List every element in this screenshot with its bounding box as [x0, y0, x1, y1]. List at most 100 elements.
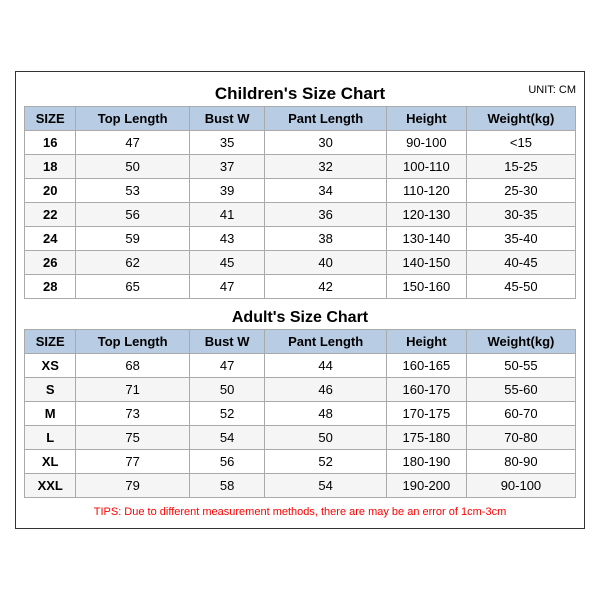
adult-title-text: Adult's Size Chart	[232, 309, 368, 326]
adult-col-height: Height	[386, 330, 466, 354]
children-col-bust: Bust W	[189, 107, 265, 131]
children-cell-2-4: 110-120	[386, 179, 466, 203]
children-cell-5-1: 62	[76, 251, 189, 275]
children-table-row: 22564136120-13030-35	[25, 203, 576, 227]
children-cell-4-1: 59	[76, 227, 189, 251]
adult-section-title: Adult's Size Chart	[24, 303, 576, 329]
children-cell-3-4: 120-130	[386, 203, 466, 227]
children-table-header-row: SIZE Top Length Bust W Pant Length Heigh…	[25, 107, 576, 131]
children-cell-6-4: 150-160	[386, 275, 466, 299]
adult-cell-1-1: 71	[76, 378, 189, 402]
adult-size-table: SIZE Top Length Bust W Pant Length Heigh…	[24, 329, 576, 498]
adult-cell-3-0: L	[25, 426, 76, 450]
children-cell-0-5: <15	[466, 131, 575, 155]
children-cell-2-3: 34	[265, 179, 387, 203]
children-table-row: 1647353090-100<15	[25, 131, 576, 155]
adult-cell-5-2: 58	[189, 474, 265, 498]
children-cell-4-5: 35-40	[466, 227, 575, 251]
adult-table-header-row: SIZE Top Length Bust W Pant Length Heigh…	[25, 330, 576, 354]
adult-cell-4-1: 77	[76, 450, 189, 474]
children-table-row: 28654742150-16045-50	[25, 275, 576, 299]
adult-cell-1-3: 46	[265, 378, 387, 402]
children-cell-6-5: 45-50	[466, 275, 575, 299]
adult-col-top-length: Top Length	[76, 330, 189, 354]
children-table-row: 20533934110-12025-30	[25, 179, 576, 203]
adult-cell-0-0: XS	[25, 354, 76, 378]
adult-cell-4-0: XL	[25, 450, 76, 474]
children-cell-6-0: 28	[25, 275, 76, 299]
adult-cell-3-3: 50	[265, 426, 387, 450]
children-cell-1-0: 18	[25, 155, 76, 179]
unit-label: UNIT: CM	[528, 84, 576, 96]
children-cell-3-3: 36	[265, 203, 387, 227]
children-cell-1-2: 37	[189, 155, 265, 179]
children-cell-6-1: 65	[76, 275, 189, 299]
children-cell-6-3: 42	[265, 275, 387, 299]
adult-cell-4-4: 180-190	[386, 450, 466, 474]
children-cell-1-1: 50	[76, 155, 189, 179]
adult-cell-3-1: 75	[76, 426, 189, 450]
adult-cell-3-2: 54	[189, 426, 265, 450]
children-cell-6-2: 47	[189, 275, 265, 299]
adult-cell-2-4: 170-175	[386, 402, 466, 426]
adult-cell-1-5: 55-60	[466, 378, 575, 402]
children-cell-3-1: 56	[76, 203, 189, 227]
children-cell-2-0: 20	[25, 179, 76, 203]
adult-col-bust: Bust W	[189, 330, 265, 354]
children-cell-3-5: 30-35	[466, 203, 575, 227]
adult-cell-1-0: S	[25, 378, 76, 402]
children-cell-2-1: 53	[76, 179, 189, 203]
children-col-height: Height	[386, 107, 466, 131]
adult-table-row: XL775652180-19080-90	[25, 450, 576, 474]
adult-cell-3-4: 175-180	[386, 426, 466, 450]
adult-cell-2-1: 73	[76, 402, 189, 426]
adult-cell-5-4: 190-200	[386, 474, 466, 498]
children-cell-0-1: 47	[76, 131, 189, 155]
children-cell-1-5: 15-25	[466, 155, 575, 179]
adult-cell-0-3: 44	[265, 354, 387, 378]
children-cell-0-0: 16	[25, 131, 76, 155]
adult-cell-1-2: 50	[189, 378, 265, 402]
adult-col-pant-length: Pant Length	[265, 330, 387, 354]
adult-cell-5-3: 54	[265, 474, 387, 498]
adult-table-row: L755450175-18070-80	[25, 426, 576, 450]
children-col-weight: Weight(kg)	[466, 107, 575, 131]
children-cell-0-3: 30	[265, 131, 387, 155]
adult-cell-2-3: 48	[265, 402, 387, 426]
children-cell-2-5: 25-30	[466, 179, 575, 203]
children-cell-5-3: 40	[265, 251, 387, 275]
adult-cell-5-5: 90-100	[466, 474, 575, 498]
adult-cell-0-2: 47	[189, 354, 265, 378]
children-cell-4-3: 38	[265, 227, 387, 251]
children-col-pant-length: Pant Length	[265, 107, 387, 131]
children-cell-4-4: 130-140	[386, 227, 466, 251]
adult-cell-2-5: 60-70	[466, 402, 575, 426]
adult-table-row: XS684744160-16550-55	[25, 354, 576, 378]
children-cell-3-0: 22	[25, 203, 76, 227]
adult-cell-3-5: 70-80	[466, 426, 575, 450]
adult-cell-4-3: 52	[265, 450, 387, 474]
main-title: Children's Size Chart UNIT: CM	[24, 80, 576, 106]
children-col-size: SIZE	[25, 107, 76, 131]
adult-col-size: SIZE	[25, 330, 76, 354]
children-table-row: 18503732100-11015-25	[25, 155, 576, 179]
adult-table-row: XXL795854190-20090-100	[25, 474, 576, 498]
adult-cell-0-1: 68	[76, 354, 189, 378]
children-table-row: 26624540140-15040-45	[25, 251, 576, 275]
adult-cell-0-4: 160-165	[386, 354, 466, 378]
children-size-table: SIZE Top Length Bust W Pant Length Heigh…	[24, 106, 576, 299]
children-cell-5-5: 40-45	[466, 251, 575, 275]
adult-cell-2-2: 52	[189, 402, 265, 426]
size-chart-container: Children's Size Chart UNIT: CM SIZE Top …	[15, 71, 585, 529]
children-cell-5-4: 140-150	[386, 251, 466, 275]
children-cell-0-4: 90-100	[386, 131, 466, 155]
children-col-top-length: Top Length	[76, 107, 189, 131]
children-cell-1-4: 100-110	[386, 155, 466, 179]
children-cell-1-3: 32	[265, 155, 387, 179]
children-cell-4-0: 24	[25, 227, 76, 251]
children-table-row: 24594338130-14035-40	[25, 227, 576, 251]
children-cell-4-2: 43	[189, 227, 265, 251]
tips-text: TIPS: Due to different measurement metho…	[24, 502, 576, 520]
adult-cell-1-4: 160-170	[386, 378, 466, 402]
children-cell-3-2: 41	[189, 203, 265, 227]
